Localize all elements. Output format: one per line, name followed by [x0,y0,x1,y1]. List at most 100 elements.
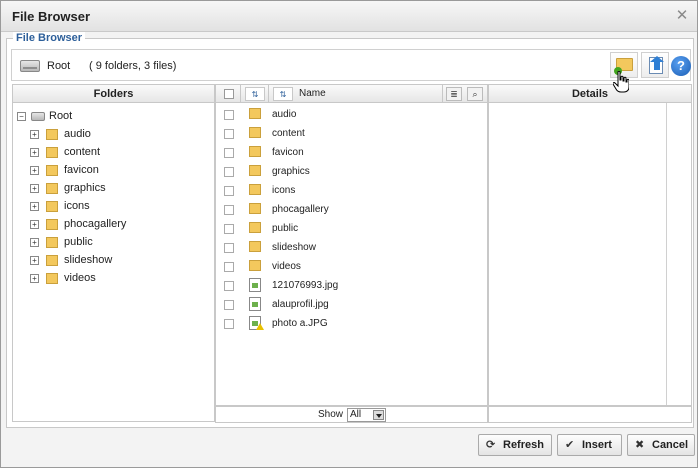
tree-item-label: phocagallery [64,218,127,230]
row-checkbox[interactable] [224,319,234,329]
row-checkbox[interactable] [224,300,234,310]
item-name: public [272,223,299,234]
list-item[interactable]: content [216,124,487,143]
tree-item-label: videos [64,272,96,284]
item-name: content [272,128,305,139]
image-file-icon [249,297,261,311]
tree-item[interactable]: + audio [13,125,214,143]
tree-item[interactable]: + favicon [13,161,214,179]
show-select[interactable]: All [347,408,386,422]
tree-item-label: favicon [64,164,99,176]
show-label: Show [318,409,344,420]
list-item[interactable]: videos [216,257,487,276]
row-checkbox[interactable] [224,205,234,215]
tree-item[interactable]: + phocagallery [13,215,214,233]
insert-button[interactable]: ✔ Insert [557,434,622,456]
details-view-icon[interactable]: ≣ [446,87,462,101]
expand-icon[interactable]: + [30,166,39,175]
folder-icon [249,108,261,119]
row-checkbox[interactable] [224,110,234,120]
row-checkbox[interactable] [224,243,234,253]
list-item[interactable]: slideshow [216,238,487,257]
folder-icon [249,127,261,138]
tree-item[interactable]: + graphics [13,179,214,197]
item-name: alauprofil.jpg [272,299,329,310]
refresh-button[interactable]: ⟳ Refresh [478,434,552,456]
drive-icon [20,60,40,72]
list-item[interactable]: audio [216,105,487,124]
row-checkbox[interactable] [224,186,234,196]
item-name: audio [272,109,297,120]
list-item[interactable]: public [216,219,487,238]
list-item[interactable]: 121076993.jpg [216,276,487,295]
search-icon[interactable]: ⌕ [467,87,483,101]
help-button[interactable]: ? [670,52,692,78]
details-panel: Details [488,84,692,406]
breadcrumb[interactable]: Root [47,60,70,72]
collapse-icon[interactable]: − [17,112,26,121]
folder-icon [249,203,261,214]
expand-icon[interactable]: + [30,256,39,265]
show-select-value: All [350,409,362,420]
row-checkbox[interactable] [224,148,234,158]
list-item[interactable]: favicon [216,143,487,162]
sort-icon[interactable]: ⇅ [245,87,265,101]
row-checkbox[interactable] [224,167,234,177]
folder-icon [249,184,261,195]
name-column-header[interactable]: Name [299,88,326,99]
select-all-checkbox[interactable] [224,89,234,99]
tree-item-label: slideshow [64,254,113,266]
toolbar: Root ( 9 folders, 3 files) ? [11,49,691,81]
row-checkbox[interactable] [224,281,234,291]
expand-icon[interactable]: + [30,130,39,139]
expand-icon[interactable]: + [30,238,39,247]
list-item[interactable]: graphics [216,162,487,181]
cancel-label: Cancel [652,439,689,451]
x-icon: ✖ [635,439,645,451]
new-folder-button[interactable] [610,52,638,78]
row-checkbox[interactable] [224,224,234,234]
folder-tree: − Root + audio + content + favicon + graphic… [13,107,214,287]
item-name: photo a.JPG [272,318,328,329]
cancel-button[interactable]: ✖ Cancel [627,434,695,456]
list-item[interactable]: icons [216,181,487,200]
tree-item-label: graphics [64,182,106,194]
tree-item[interactable]: + slideshow [13,251,214,269]
tree-item-label: audio [64,128,91,140]
upload-button[interactable] [641,52,669,78]
row-checkbox[interactable] [224,129,234,139]
item-name: favicon [272,147,304,158]
tree-item[interactable]: + content [13,143,214,161]
folder-icon [46,129,58,140]
list-item[interactable]: alauprofil.jpg [216,295,487,314]
tree-root-label: Root [49,110,73,122]
expand-icon[interactable]: + [30,184,39,193]
sort-name-icon[interactable]: ⇅ [273,87,293,101]
folders-header: Folders [13,85,214,103]
tree-root[interactable]: − Root [13,107,214,125]
tree-item[interactable]: + public [13,233,214,251]
folder-icon [46,255,58,266]
files-header: ⇅ ⇅ Name ≣ ⌕ [216,85,487,103]
close-icon[interactable]: ✕ [675,8,689,23]
image-file-icon [249,278,261,292]
files-list: audio content favicon graphics icons pho… [216,105,487,333]
list-item[interactable]: phocagallery [216,200,487,219]
tree-item[interactable]: + icons [13,197,214,215]
chevron-down-icon[interactable] [373,410,384,420]
divider [240,85,241,103]
tree-item[interactable]: + videos [13,269,214,287]
fieldset-legend: File Browser [13,32,86,44]
row-checkbox[interactable] [224,262,234,272]
expand-icon[interactable]: + [30,220,39,229]
help-icon: ? [671,56,691,76]
list-item[interactable]: photo a.JPG [216,314,487,333]
folders-panel: Folders − Root + audio + content + favicon … [12,84,215,422]
folder-icon [46,273,58,284]
folder-icon [249,165,261,176]
expand-icon[interactable]: + [30,202,39,211]
refresh-icon: ⟳ [486,439,496,451]
expand-icon[interactable]: + [30,148,39,157]
folder-icon [249,146,261,157]
expand-icon[interactable]: + [30,274,39,283]
